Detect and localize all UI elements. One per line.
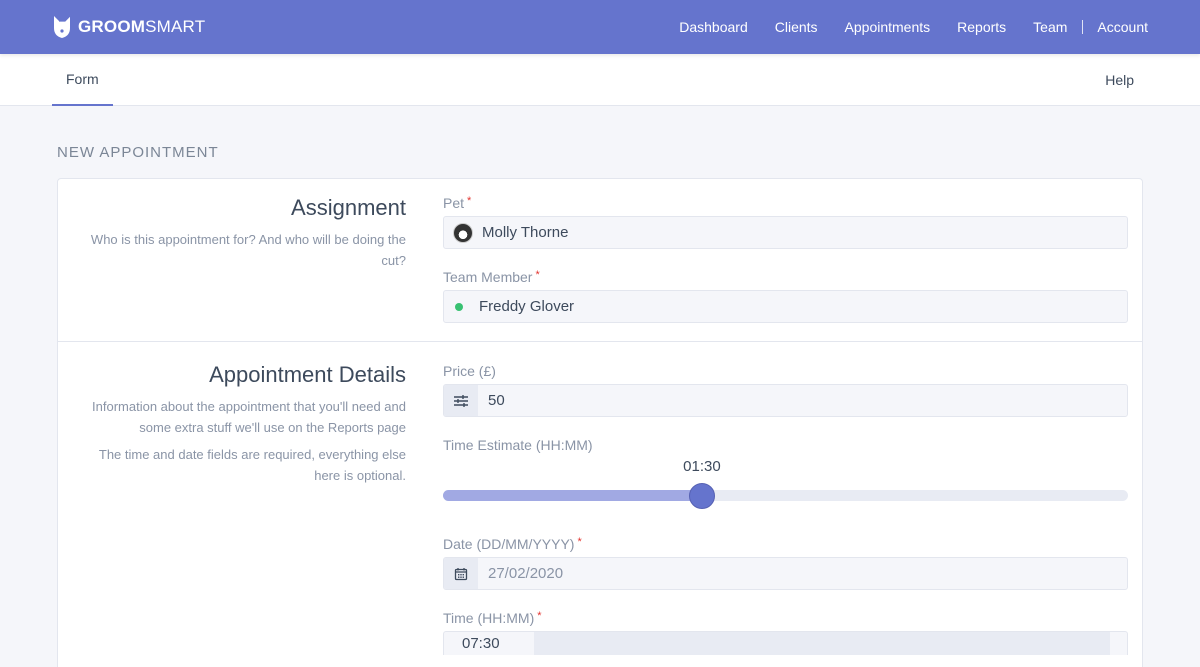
required-marker: * (535, 269, 540, 281)
required-marker: * (467, 195, 472, 207)
slider-value-label: 01:30 (683, 458, 721, 475)
dog-head-icon (54, 15, 71, 38)
nav-clients[interactable]: Clients (775, 19, 818, 35)
team-member-select[interactable]: Freddy Glover (443, 290, 1128, 323)
page-title: NEW APPOINTMENT (57, 144, 219, 161)
team-member-value: Freddy Glover (479, 298, 575, 315)
time-estimate-label: Time Estimate (HH:MM) (443, 437, 593, 453)
nav-dashboard[interactable]: Dashboard (679, 19, 748, 35)
price-label: Price (£) (443, 363, 496, 379)
brand-logo[interactable]: GROOMSMART (52, 14, 205, 40)
price-input[interactable]: 50 (443, 384, 1128, 417)
section-description: Who is this appointment for? And who wil… (90, 232, 406, 268)
pet-value: Molly Thorne (482, 224, 569, 241)
time-field: Time (HH:MM) * 07:30 (443, 610, 1128, 655)
time-value: 07:30 (462, 635, 500, 652)
top-navbar: GROOMSMART Dashboard Clients Appointment… (0, 0, 1200, 54)
price-value: 50 (488, 392, 505, 409)
sliders-icon (444, 385, 478, 416)
assignment-section: Assignment Who is this appointment for? … (58, 179, 1142, 342)
pet-label: Pet * (443, 195, 472, 211)
nav-team[interactable]: Team (1033, 19, 1067, 35)
nav-reports[interactable]: Reports (957, 19, 1006, 35)
main-nav: Dashboard Clients Appointments Reports T… (679, 19, 1148, 35)
time-input[interactable]: 07:30 (443, 631, 1128, 655)
brand-name: GROOMSMART (78, 17, 206, 36)
time-dropdown-area[interactable] (534, 632, 1110, 655)
date-field: Date (DD/MM/YYYY) * 27/02/2020 (443, 536, 1128, 590)
pet-avatar (453, 222, 473, 243)
section-title: Assignment (291, 195, 406, 220)
section-description: Information about the appointment that y… (92, 399, 406, 435)
nav-account[interactable]: Account (1097, 19, 1148, 35)
section-note: The time and date fields are required, e… (98, 447, 406, 483)
status-dot-icon (455, 302, 463, 311)
nav-appointments[interactable]: Appointments (845, 19, 931, 35)
help-link[interactable]: Help (1105, 54, 1148, 105)
slider-thumb[interactable] (688, 482, 715, 509)
date-input[interactable]: 27/02/2020 (443, 557, 1128, 590)
required-marker: * (577, 536, 582, 548)
section-title: Appointment Details (209, 362, 406, 387)
date-label: Date (DD/MM/YYYY) * (443, 536, 582, 552)
price-field: Price (£) 50 (443, 363, 1128, 417)
date-value: 27/02/2020 (488, 565, 564, 582)
pet-select[interactable]: Molly Thorne (443, 216, 1128, 249)
appointment-details-section: Appointment Details Information about th… (58, 342, 1142, 667)
tab-form[interactable]: Form (52, 54, 113, 106)
slider-fill (443, 490, 702, 501)
team-member-field: Team Member * Freddy Glover (443, 269, 1128, 323)
pet-field: Pet * Molly Thorne (443, 195, 1128, 249)
required-marker: * (537, 610, 542, 622)
calendar-icon (444, 558, 478, 589)
time-label: Time (HH:MM) * (443, 610, 542, 626)
time-estimate-field: Time Estimate (HH:MM) 01:30 (443, 437, 1128, 509)
page-content: NEW APPOINTMENT Assignment Who is this a… (0, 106, 1200, 667)
nav-divider (1082, 20, 1084, 34)
sub-navbar: Form Help (0, 54, 1200, 106)
time-estimate-slider: 01:30 (443, 458, 1128, 509)
slider-track[interactable] (443, 482, 1128, 509)
appointment-form-card: Assignment Who is this appointment for? … (57, 178, 1143, 667)
team-member-label: Team Member * (443, 269, 540, 285)
